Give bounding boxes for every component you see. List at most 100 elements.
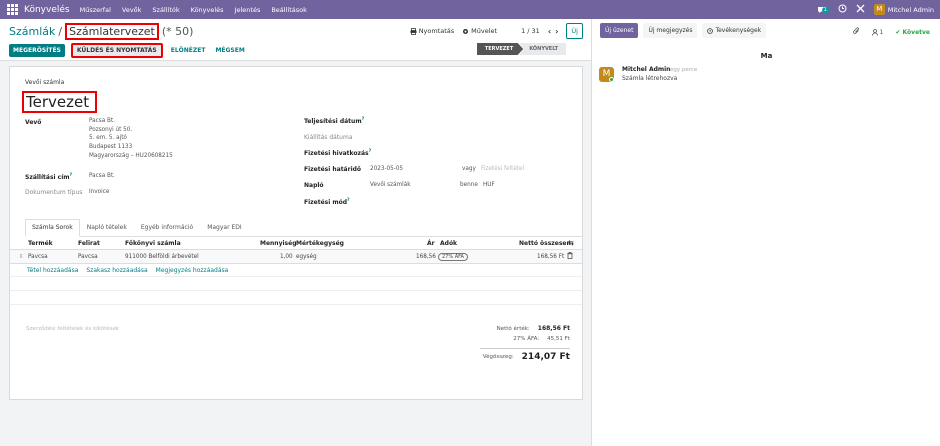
document-type-title: Vevői számla <box>25 79 65 86</box>
date-separator: Ma <box>760 52 773 60</box>
tab-other-info[interactable]: Egyéb információ <box>134 219 200 236</box>
col-price[interactable]: Ár <box>427 240 435 247</box>
menu-customers[interactable]: Vevők <box>122 6 142 14</box>
col-subtotal[interactable]: Nettó összesen <box>519 240 571 247</box>
net-total-row: Nettó érték: 168,56 Ft <box>480 325 570 336</box>
tools-icon[interactable] <box>856 4 865 15</box>
breadcrumb-parent[interactable]: Számlák <box>9 25 55 38</box>
due-date-value[interactable]: 2023-05-05 <box>370 165 403 174</box>
delivery-value[interactable]: Pacsa Bt. <box>89 172 115 181</box>
table-row[interactable]: ⇕ Pavcsa Pavcsa 911000 Belföldi árbevéte… <box>10 250 582 264</box>
tab-hungarian-edi[interactable]: Magyar EDI <box>200 219 248 236</box>
total-value: 214,07 Ft <box>521 352 570 362</box>
customer-label: Vevő <box>25 119 42 126</box>
print-label: Nyomtatás <box>418 27 455 35</box>
status-bar: TERVEZET KÖNYVELT <box>476 43 566 55</box>
journal-value[interactable]: Vevői számlák <box>370 181 411 190</box>
col-uom[interactable]: Mértékegység <box>296 240 344 247</box>
add-line-link[interactable]: Tétel hozzáadása <box>27 267 78 274</box>
row-tax-tag[interactable]: 27% ÁFA <box>438 252 468 261</box>
chat-badge: 1 <box>821 6 829 13</box>
doctype-value[interactable]: Invoice <box>89 188 109 197</box>
clock-icon <box>707 27 714 34</box>
col-account[interactable]: Főkönyvi számla <box>125 240 181 247</box>
status-posted[interactable]: KÖNYVELT <box>519 43 566 55</box>
print-button[interactable]: Nyomtatás <box>410 27 454 35</box>
vat-value: 45,51 Ft <box>547 336 570 342</box>
vat-label: 27% ÁFA: <box>513 336 540 342</box>
customer-address[interactable]: Pacsa Bt. Pozsonyi út 50. 5. em. 5. ajtó… <box>89 117 173 161</box>
message-time: egy perce <box>670 66 698 73</box>
invoice-date-label: Kiállítás dátuma <box>304 134 353 141</box>
customer-name: Pacsa Bt. <box>89 118 115 124</box>
action-button[interactable]: Művelet <box>462 27 497 35</box>
terms-conditions-input[interactable]: Szerződési feltételek és kikötések <box>26 326 119 332</box>
payment-terms-input[interactable]: Fizetési feltétel <box>481 165 524 174</box>
invoice-lines-table: Termék Felirat Főkönyvi számla Mennyiség… <box>10 237 582 305</box>
notebook-tabs: Számla Sorok Napló tételek Egyéb informá… <box>25 219 583 237</box>
delivery-date-label: Teljesítési dátum? <box>304 117 365 125</box>
drag-handle-icon[interactable]: ⇕ <box>19 254 24 260</box>
or-label: vagy <box>462 166 476 172</box>
column-toggle-icon[interactable]: ⇆ <box>568 239 574 247</box>
col-taxes[interactable]: Adók <box>440 240 457 247</box>
col-quantity[interactable]: Mennyiség <box>260 240 297 247</box>
menu-accounting[interactable]: Könyvelés <box>191 6 224 14</box>
tab-journal-items[interactable]: Napló tételek <box>80 219 134 236</box>
message-author[interactable]: Mitchel Admin <box>622 66 670 73</box>
user-menu[interactable]: M Mitchel Admin <box>873 4 934 15</box>
col-label[interactable]: Felirat <box>78 240 100 247</box>
log-note-button[interactable]: Új megjegyzés <box>643 23 698 38</box>
clock-icon[interactable] <box>838 4 847 15</box>
net-label: Nettó érték: <box>496 326 530 332</box>
chatter-panel: Új üzenet Új megjegyzés Tevékenységek 1 … <box>591 19 940 446</box>
tab-invoice-lines[interactable]: Számla Sorok <box>25 219 80 237</box>
message-body: Számla létrehozva <box>622 75 678 82</box>
customer-city: Budapest 1133 <box>89 144 133 151</box>
currency-value[interactable]: HUF <box>483 181 495 190</box>
chat-icon[interactable]: 1 <box>817 6 829 14</box>
activities-label: Tevékenységek <box>715 27 762 34</box>
menu-reporting[interactable]: Jelentés <box>235 6 261 14</box>
breadcrumb: Számlák / Számlatervezet (* 50) <box>9 23 193 40</box>
empty-row <box>10 291 582 305</box>
totals-summary: Nettó érték: 168,56 Ft 27% ÁFA: 45,51 Ft… <box>480 325 570 364</box>
delete-row-icon[interactable] <box>567 252 573 261</box>
preview-button[interactable]: ELŐNÉZET <box>169 44 208 57</box>
followers-button[interactable]: 1 <box>871 28 884 36</box>
following-button[interactable]: ✔ Követve <box>895 29 930 36</box>
pager-prev-icon[interactable]: ‹ <box>548 27 551 36</box>
menu-vendors[interactable]: Szállítók <box>152 6 179 14</box>
col-product[interactable]: Termék <box>28 240 53 247</box>
row-label[interactable]: Pavcsa <box>78 254 98 260</box>
menu-configuration[interactable]: Beállítások <box>271 6 307 14</box>
action-label: Művelet <box>471 27 498 35</box>
control-panel: Számlák / Számlatervezet (* 50) Nyomtatá… <box>0 19 591 61</box>
cancel-button[interactable]: MÉGSEM <box>213 44 246 57</box>
pager-next-icon[interactable]: › <box>555 27 558 36</box>
payment-method-label: Fizetési mód? <box>304 198 350 206</box>
doctype-label: Dokumentum típus <box>25 189 83 196</box>
attachment-icon[interactable] <box>852 27 860 37</box>
add-section-link[interactable]: Szakasz hozzáadása <box>86 267 147 274</box>
app-brand[interactable]: Könyvelés <box>24 5 70 15</box>
row-account[interactable]: 911000 Belföldi árbevétel <box>125 254 199 260</box>
row-price[interactable]: 168,56 <box>416 254 436 260</box>
chatter-topbar: Új üzenet Új megjegyzés Tevékenységek <box>600 23 767 38</box>
confirm-button[interactable]: MEGERŐSÍTÉS <box>9 44 65 57</box>
row-product[interactable]: Pavcsa <box>28 254 48 260</box>
followers-count: 1 <box>879 28 884 36</box>
row-uom[interactable]: egység <box>296 254 317 260</box>
apps-menu-icon[interactable] <box>5 3 19 17</box>
user-name: Mitchel Admin <box>887 5 934 14</box>
control-right: Nyomtatás Művelet 1 / 31 ‹ › Új <box>410 23 583 39</box>
status-draft[interactable]: TERVEZET <box>476 43 524 55</box>
row-quantity[interactable]: 1,00 <box>280 254 293 260</box>
send-message-button[interactable]: Új üzenet <box>600 23 639 38</box>
activities-button[interactable]: Tevékenységek <box>702 23 767 38</box>
send-print-button[interactable]: KÜLDÉS ÉS NYOMTATÁS <box>70 43 163 58</box>
menu-dashboard[interactable]: Műszerfal <box>80 6 111 14</box>
customer-street2: 5. em. 5. ajtó <box>89 135 127 142</box>
add-note-link[interactable]: Megjegyzés hozzáadása <box>156 267 229 274</box>
new-button[interactable]: Új <box>566 23 583 39</box>
